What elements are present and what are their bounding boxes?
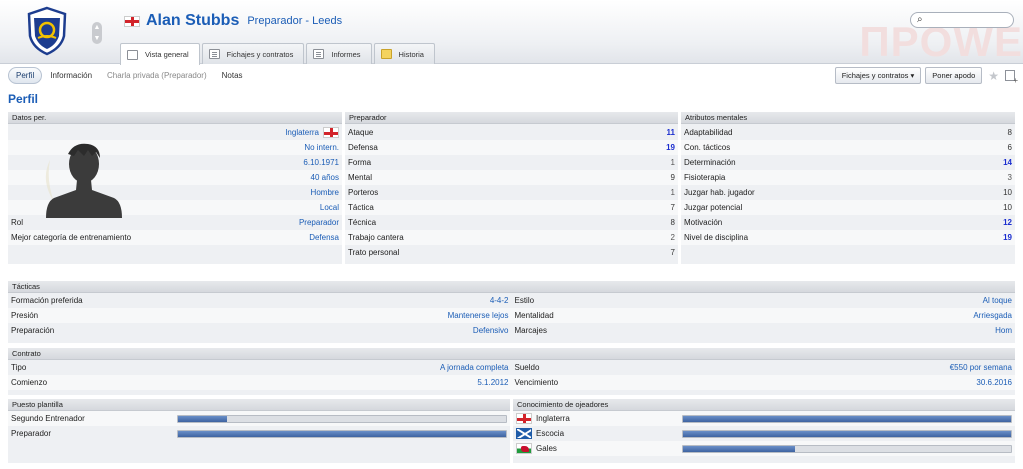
bar-fill bbox=[683, 430, 1011, 437]
contract-row: Sueldo €550 por semana bbox=[514, 363, 1013, 372]
attribute-row[interactable]: Con. tácticos 6 bbox=[681, 140, 1015, 155]
panel-header: Preparador bbox=[345, 112, 678, 124]
panel-header: Contrato bbox=[8, 348, 1015, 360]
contrato-panel: Contrato Tipo A jornada completa Comienzo… bbox=[8, 348, 1015, 395]
scout-knowledge-row: Escocia bbox=[513, 426, 1015, 441]
chevron-down-icon[interactable]: ▼ bbox=[92, 33, 102, 44]
panel-header: Puesto plantilla bbox=[8, 399, 510, 411]
attribute-row[interactable]: Ataque 11 bbox=[345, 125, 678, 140]
add-note-icon[interactable] bbox=[1005, 70, 1018, 85]
squad-role-row: Segundo Entrenador bbox=[8, 411, 510, 426]
tab-informes[interactable]: Informes bbox=[306, 43, 372, 64]
attribute-row[interactable]: Juzgar hab. jugador 10 bbox=[681, 185, 1015, 200]
reports-icon bbox=[313, 49, 325, 59]
attribute-row[interactable]: Juzgar potencial 10 bbox=[681, 200, 1015, 215]
attribute-row[interactable]: Técnica 8 bbox=[345, 215, 678, 230]
panel-header: Atributos mentales bbox=[681, 112, 1015, 124]
club-crest-icon bbox=[27, 6, 67, 56]
contract-row: Tipo A jornada completa bbox=[11, 363, 509, 372]
attribute-row[interactable]: Trabajo cantera 2 bbox=[345, 230, 678, 245]
search-input[interactable]: ⌕ bbox=[910, 12, 1014, 28]
wales-flag-icon bbox=[516, 443, 532, 454]
best-training-category-row: Mejor categoría de entrenamiento Defensa bbox=[8, 230, 342, 245]
squad-role-bar bbox=[177, 429, 507, 438]
scout-knowledge-bar bbox=[682, 429, 1012, 438]
squad-role-row: Preparador bbox=[8, 426, 510, 441]
nationality-value[interactable]: Inglaterra bbox=[285, 128, 319, 137]
history-icon bbox=[380, 49, 392, 59]
star-icon[interactable]: ★ bbox=[988, 69, 999, 83]
tactic-row: Marcajes Hom bbox=[514, 326, 1013, 335]
contract-row: Vencimiento 30.6.2016 bbox=[511, 375, 1015, 390]
scout-knowledge-bar bbox=[682, 444, 1012, 453]
atributos-mentales-panel: Atributos mentales Adaptabilidad 8 Con. t… bbox=[681, 112, 1015, 264]
tactic-row: Formación preferida 4-4-2 bbox=[11, 296, 509, 305]
attribute-row[interactable]: Defensa 19 bbox=[345, 140, 678, 155]
attribute-row[interactable]: Adaptabilidad 8 bbox=[681, 125, 1015, 140]
tab-vista-general[interactable]: Vista general bbox=[120, 43, 200, 65]
tactic-row: Estilo Al toque bbox=[514, 296, 1013, 305]
chevron-up-icon[interactable]: ▲ bbox=[92, 22, 102, 33]
tactic-row: Preparación Defensivo bbox=[11, 326, 509, 335]
fichajes-contratos-dropdown[interactable]: Fichajes y contratos ▾ bbox=[834, 67, 922, 84]
panel-header: Conocimiento de ojeadores bbox=[513, 399, 1015, 411]
attribute-row[interactable]: Nivel de disciplina 19 bbox=[681, 230, 1015, 245]
attribute-row[interactable]: Trato personal 7 bbox=[345, 245, 678, 260]
bar-fill bbox=[683, 415, 1011, 422]
attribute-row[interactable]: Táctica 7 bbox=[345, 200, 678, 215]
tab-historia[interactable]: Historia bbox=[373, 43, 435, 64]
person-silhouette-icon bbox=[45, 143, 122, 218]
bar-fill bbox=[178, 415, 228, 422]
tactic-row: Presión Mantenerse lejos bbox=[8, 308, 512, 323]
conocimiento-ojeadores-panel: Conocimiento de ojeadores Inglaterra Esc… bbox=[513, 399, 1015, 463]
squad-role-bar bbox=[177, 414, 507, 423]
attribute-row[interactable]: Forma 1 bbox=[345, 155, 678, 170]
england-flag-icon bbox=[516, 413, 532, 424]
england-flag-icon bbox=[323, 127, 339, 138]
title-bar: ΠPOWE ▲ ▼ Alan Stubbs Preparador - Leeds… bbox=[0, 0, 1023, 65]
nationality-row: Inglaterra bbox=[8, 125, 342, 140]
search-icon: ⌕ bbox=[917, 14, 923, 25]
subnav-charla-privada[interactable]: Charla privada (Preparador) bbox=[107, 71, 207, 80]
panel-header: Tácticas bbox=[8, 281, 1015, 293]
dropdown-arrow-icon: ▾ bbox=[910, 71, 915, 80]
nav-stepper[interactable]: ▲ ▼ bbox=[92, 22, 102, 44]
attribute-row[interactable]: Porteros 1 bbox=[345, 185, 678, 200]
page-title: Perfil bbox=[8, 92, 39, 106]
puesto-plantilla-panel: Puesto plantilla Segundo Entrenador Prep… bbox=[8, 399, 510, 463]
attribute-row[interactable]: Motivación 12 bbox=[681, 215, 1015, 230]
person-role-club[interactable]: Preparador - Leeds bbox=[247, 15, 342, 27]
tactic-row: Mentalidad Arriesgada bbox=[511, 308, 1015, 323]
scout-knowledge-row: Gales bbox=[513, 441, 1015, 456]
attribute-row[interactable]: Determinación 14 bbox=[681, 155, 1015, 170]
contract-row: Comienzo 5.1.2012 bbox=[8, 375, 512, 390]
subnav-notas[interactable]: Notas bbox=[222, 71, 243, 80]
bar-fill bbox=[683, 445, 795, 452]
scout-knowledge-bar bbox=[682, 414, 1012, 423]
contracts-icon bbox=[208, 49, 220, 59]
tab-fichajes-contratos[interactable]: Fichajes y contratos bbox=[201, 43, 305, 64]
subnav-informacion[interactable]: Información bbox=[50, 71, 92, 80]
person-name: Alan Stubbs bbox=[146, 12, 240, 29]
england-flag-icon bbox=[124, 15, 140, 27]
subnav-perfil[interactable]: Perfil bbox=[8, 66, 43, 84]
overview-icon bbox=[127, 49, 138, 60]
attribute-row[interactable]: Mental 9 bbox=[345, 170, 678, 185]
panel-header: Datos per. bbox=[8, 112, 342, 124]
tacticas-panel: Tácticas Formación preferida 4-4-2 Presió… bbox=[8, 281, 1015, 343]
scotland-flag-icon bbox=[516, 428, 532, 439]
scout-knowledge-row: Inglaterra bbox=[513, 411, 1015, 426]
bar-fill bbox=[178, 430, 506, 437]
preparador-panel: Preparador Ataque 11 Defensa 19 Forma 1 Men… bbox=[345, 112, 678, 264]
sub-navigation: Perfil Información Charla privada (Prepa… bbox=[0, 64, 1023, 86]
attribute-row[interactable]: Fisioterapia 3 bbox=[681, 170, 1015, 185]
poner-apodo-button[interactable]: Poner apodo bbox=[925, 67, 983, 84]
